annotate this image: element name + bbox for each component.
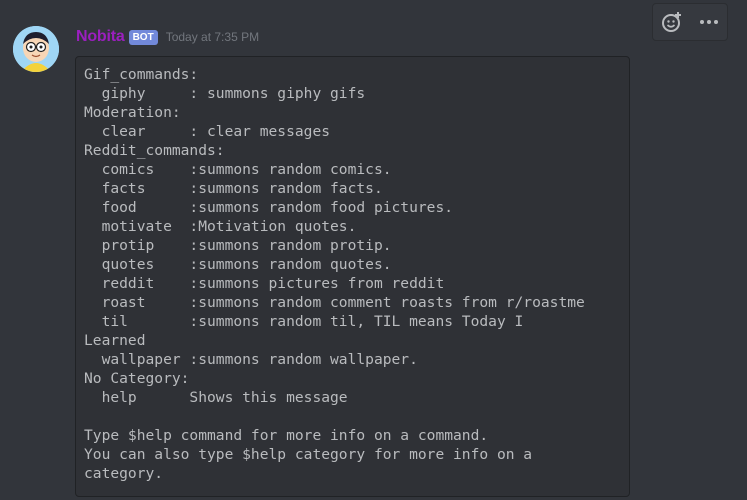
more-options-button[interactable] <box>693 6 725 38</box>
avatar-image <box>13 26 59 72</box>
bot-tag: BOT <box>128 29 158 45</box>
help-text: Gif_commands: giphy : summons giphy gifs… <box>84 66 585 482</box>
chat-top-area <box>0 0 747 22</box>
add-reaction-icon <box>661 12 681 32</box>
message-toolbar <box>652 3 728 41</box>
message-header: Nobita BOT Today at 7:35 PM <box>76 26 259 48</box>
add-reaction-button[interactable] <box>656 6 688 38</box>
more-options-icon <box>699 20 718 24</box>
avatar[interactable] <box>13 26 59 72</box>
code-block: Gif_commands: giphy : summons giphy gifs… <box>75 56 630 497</box>
message-author[interactable]: Nobita <box>76 28 125 46</box>
message-timestamp[interactable]: Today at 7:35 PM <box>166 30 259 44</box>
